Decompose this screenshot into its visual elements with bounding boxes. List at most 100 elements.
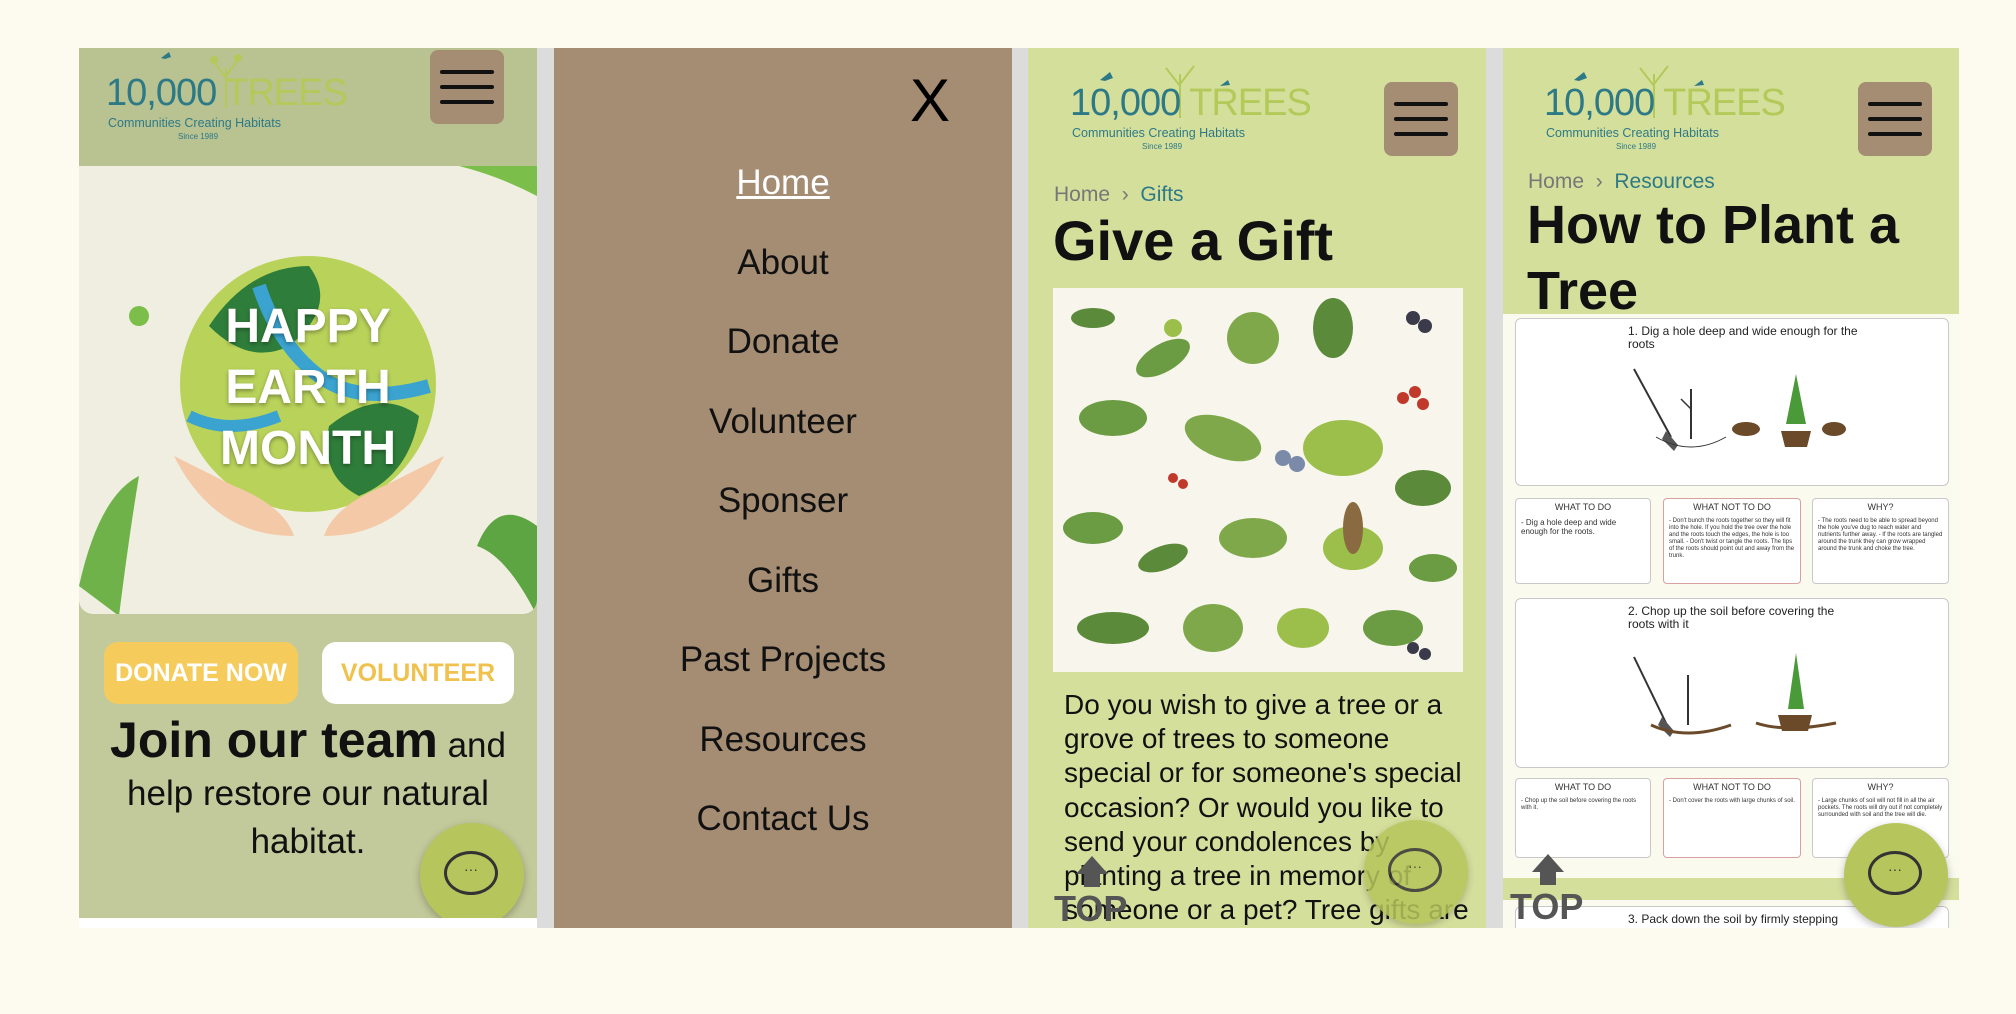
hero-line: EARTH <box>225 361 391 414</box>
back-to-top-label: TOP <box>1054 888 1128 928</box>
breadcrumb: Home › Gifts <box>1054 183 1184 207</box>
step-illustration-card: 1. Dig a hole deep and wide enough for t… <box>1515 318 1949 486</box>
chat-bubble-icon: ··· <box>1388 848 1442 892</box>
hero-line: MONTH <box>220 422 396 475</box>
nav-menu: Home About Donate Volunteer Sponser Gift… <box>554 158 1012 874</box>
hero-line: HAPPY <box>225 300 391 353</box>
close-menu-button[interactable]: X <box>910 66 950 135</box>
join-team-bold: Join our team <box>110 712 438 768</box>
what-not-to-do-box: WHAT NOT TO DO - Don't cover the roots w… <box>1663 778 1801 858</box>
logo-since: Since 1989 <box>1142 142 1183 151</box>
hamburger-line <box>440 85 494 89</box>
hero-banner: HAPPY EARTH MONTH <box>79 166 537 614</box>
box-text: - Don't cover the roots with large chunk… <box>1669 798 1795 804</box>
back-to-top-button[interactable]: TOP <box>1510 854 1594 927</box>
chat-button[interactable]: ··· <box>1844 823 1948 927</box>
home-screen: 10,000 TREES Communities Creating Habita… <box>79 48 537 928</box>
hamburger-line <box>1394 102 1448 106</box>
site-logo[interactable]: 10,000 TREES Communities Creating Habita… <box>1544 58 1786 158</box>
menu-item-home[interactable]: Home <box>554 158 1012 238</box>
planting-step-illustration <box>1633 653 1837 737</box>
menu-item-donate[interactable]: Donate <box>554 317 1012 397</box>
page-title: Give a Gift <box>1053 209 1334 272</box>
menu-item-contact-us[interactable]: Contact Us <box>554 794 1012 874</box>
logo-tagline: Communities Creating Habitats <box>1546 126 1719 140</box>
arrow-up-icon <box>1532 854 1564 872</box>
chat-bubble-icon: ··· <box>1868 851 1922 895</box>
logo-tagline: Communities Creating Habitats <box>1072 126 1245 140</box>
chat-bubble-icon: ··· <box>444 851 498 895</box>
why-box: WHY? - The roots need to be able to spre… <box>1812 498 1949 584</box>
menu-screen: X Home About Donate Volunteer Sponser Gi… <box>554 48 1012 928</box>
footer-edge <box>79 918 537 928</box>
logo-tagline: Communities Creating Habitats <box>108 116 281 130</box>
menu-button[interactable] <box>1384 82 1458 156</box>
page-title: How to Plant a Tree <box>1527 192 1899 324</box>
back-to-top-label: TOP <box>1510 886 1584 927</box>
hamburger-line <box>1868 117 1922 121</box>
divider <box>1012 48 1028 928</box>
breadcrumb: Home › Resources <box>1528 170 1715 194</box>
chat-button[interactable]: ··· <box>420 823 524 927</box>
hamburger-line <box>1394 132 1448 136</box>
menu-item-about[interactable]: About <box>554 238 1012 318</box>
arrow-up-stem <box>1084 873 1100 887</box>
menu-item-past-projects[interactable]: Past Projects <box>554 635 1012 715</box>
resources-screen: 10,000 TREES Communities Creating Habita… <box>1503 48 1959 928</box>
chevron-right-icon: › <box>1121 183 1129 206</box>
gifts-screen: 10,000 TREES Communities Creating Habita… <box>1028 48 1486 928</box>
box-text: - Don't bunch the roots together so they… <box>1669 518 1795 559</box>
what-not-to-do-box: WHAT NOT TO DO - Don't bunch the roots t… <box>1663 498 1801 584</box>
box-title: WHY? <box>1867 502 1894 512</box>
hero-title: HAPPY EARTH MONTH <box>79 296 537 479</box>
what-to-do-box: WHAT TO DO - Dig a hole deep and wide en… <box>1515 498 1651 584</box>
page-title-line: Tree <box>1527 261 1639 321</box>
box-title: WHAT TO DO <box>1554 502 1612 512</box>
box-text: - The roots need to be able to spread be… <box>1818 518 1943 552</box>
logo-since: Since 1989 <box>178 132 219 141</box>
chat-dots: ··· <box>464 861 478 877</box>
box-text: - Chop up the soil before covering the r… <box>1521 798 1637 811</box>
arrow-up-icon <box>1076 856 1108 874</box>
box-text: - Large chunks of soil will not fill in … <box>1818 798 1943 818</box>
chevron-right-icon: › <box>1595 170 1603 193</box>
logo-number: 10,000 TREES <box>1070 82 1312 124</box>
menu-item-volunteer[interactable]: Volunteer <box>554 397 1012 477</box>
divider <box>1486 48 1503 928</box>
what-to-do-box: WHAT TO DO - Chop up the soil before cov… <box>1515 778 1651 858</box>
hamburger-line <box>440 100 494 104</box>
menu-item-sponser[interactable]: Sponser <box>554 476 1012 556</box>
logo-number: 10,000 TREES <box>1544 82 1786 124</box>
volunteer-button[interactable]: VOLUNTEER <box>322 642 514 704</box>
site-logo[interactable]: 10,000 TREES Communities Creating Habita… <box>106 48 348 148</box>
planting-step-illustration <box>1633 368 1846 451</box>
hamburger-line <box>1394 117 1448 121</box>
menu-button[interactable] <box>430 50 504 124</box>
breadcrumb-current: Gifts <box>1140 183 1184 206</box>
leaves-illustration <box>1063 298 1457 660</box>
arrow-up-stem <box>1540 871 1556 885</box>
box-title: WHAT NOT TO DO <box>1693 782 1771 792</box>
breadcrumb-home[interactable]: Home <box>1054 183 1110 206</box>
hamburger-line <box>1868 102 1922 106</box>
site-logo[interactable]: 10,000 TREES Communities Creating Habita… <box>1070 58 1312 158</box>
menu-item-resources[interactable]: Resources <box>554 715 1012 795</box>
chat-button[interactable]: ··· <box>1364 820 1468 924</box>
menu-button[interactable] <box>1858 82 1932 156</box>
box-text: - Dig a hole deep and wide enough for th… <box>1521 518 1617 536</box>
box-title: WHAT NOT TO DO <box>1693 502 1771 512</box>
divider <box>537 48 554 928</box>
step-illustration-card: 2. Chop up the soil before covering the … <box>1515 598 1949 768</box>
back-to-top-button[interactable]: TOP <box>1054 856 1138 928</box>
hamburger-line <box>440 70 494 74</box>
breadcrumb-home[interactable]: Home <box>1528 170 1584 193</box>
tree-species-poster <box>1053 288 1463 672</box>
logo-number: 10,000 TREES <box>106 72 348 114</box>
breadcrumb-current: Resources <box>1614 170 1715 193</box>
box-title: WHY? <box>1867 782 1894 792</box>
menu-item-gifts[interactable]: Gifts <box>554 556 1012 636</box>
logo-since: Since 1989 <box>1616 142 1657 151</box>
donate-now-button[interactable]: DONATE NOW <box>104 642 298 704</box>
chat-dots: ··· <box>1888 861 1902 877</box>
step-caption: 3. Pack down the soil by firmly stepping <box>1628 912 1839 926</box>
